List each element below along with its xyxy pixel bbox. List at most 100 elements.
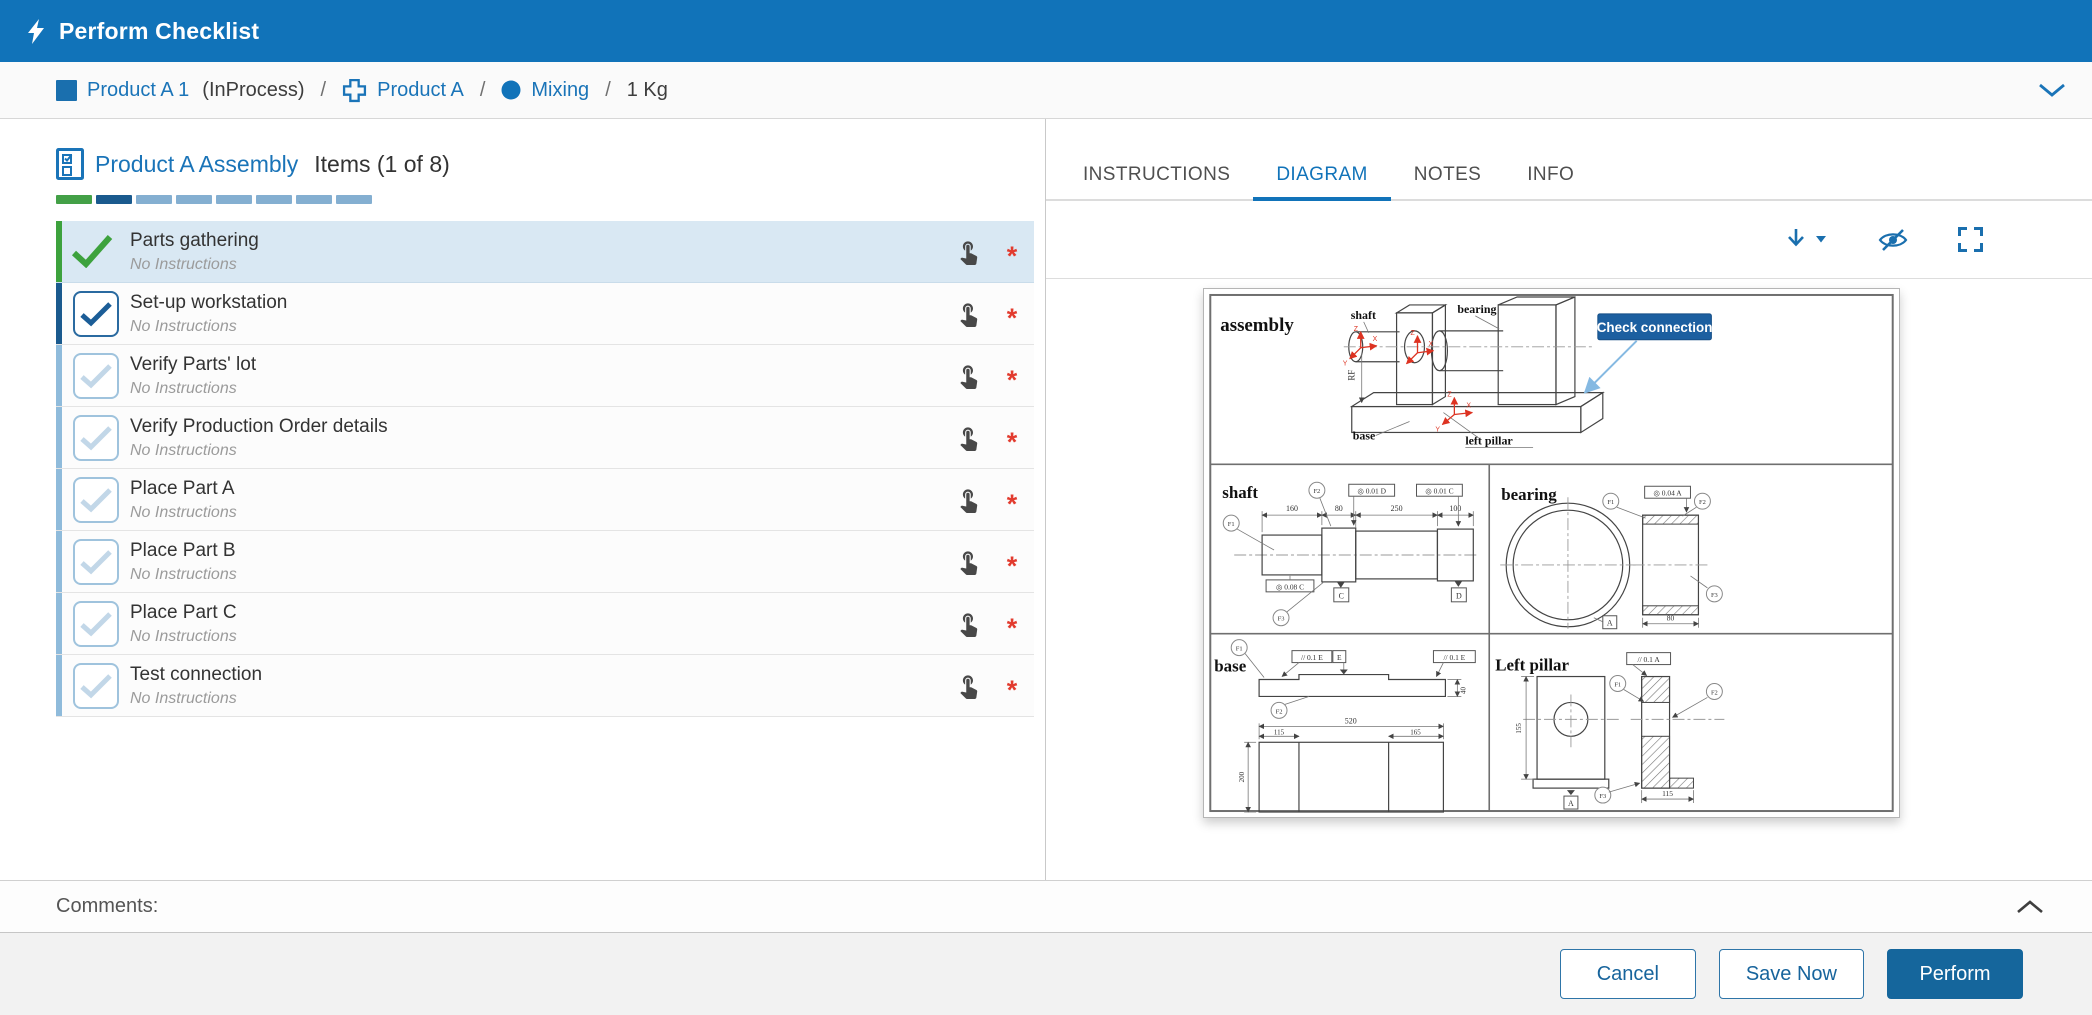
viewer-toolbar	[1046, 201, 2092, 279]
item-text: Parts gathering No Instructions	[130, 230, 955, 274]
checklist-item[interactable]: Test connection No Instructions *	[56, 655, 1034, 717]
tab-instructions[interactable]: INSTRUCTIONS	[1060, 164, 1253, 199]
svg-text:F2: F2	[1276, 708, 1283, 715]
chevron-down-icon[interactable]	[2038, 83, 2072, 97]
svg-text:155: 155	[1515, 723, 1523, 734]
item-checkbox[interactable]	[73, 415, 119, 461]
order-square-icon	[56, 80, 77, 101]
item-subtitle: No Instructions	[130, 690, 955, 708]
viewer-panel: INSTRUCTIONS DIAGRAM NOTES INFO	[1046, 119, 2092, 880]
item-checkbox[interactable]	[73, 601, 119, 647]
item-checkbox[interactable]	[73, 477, 119, 523]
checklist-item[interactable]: Parts gathering No Instructions *	[56, 221, 1034, 283]
item-title: Set-up workstation	[130, 292, 955, 314]
item-subtitle: No Instructions	[130, 318, 955, 336]
tab-notes[interactable]: NOTES	[1391, 164, 1504, 199]
svg-text:F1: F1	[1228, 521, 1235, 528]
download-icon[interactable]	[1787, 227, 1829, 253]
svg-text:F3: F3	[1278, 616, 1285, 623]
perform-button[interactable]: Perform	[1887, 949, 2023, 999]
item-title: Place Part B	[130, 540, 955, 562]
breadcrumb: Product A 1 (InProcess) / Product A / Mi…	[0, 62, 2092, 119]
touch-perform-icon[interactable]	[955, 548, 982, 575]
quantity-crumb: 1 Kg	[627, 79, 668, 102]
item-text: Place Part B No Instructions	[130, 540, 955, 584]
required-asterisk: *	[1004, 365, 1020, 396]
touch-perform-icon[interactable]	[955, 300, 982, 327]
svg-text:X: X	[1373, 336, 1378, 343]
checklist-icon	[56, 148, 84, 180]
required-asterisk: *	[1004, 241, 1020, 272]
item-subtitle: No Instructions	[130, 380, 955, 398]
breadcrumb-order-link[interactable]: Product A 1	[56, 79, 189, 102]
breadcrumb-operation-link[interactable]: Mixing	[501, 79, 589, 102]
breadcrumb-separator: /	[477, 79, 489, 102]
checklist-item[interactable]: Verify Parts' lot No Instructions *	[56, 345, 1034, 407]
chevron-up-icon[interactable]	[2016, 900, 2044, 914]
item-checkbox[interactable]	[73, 353, 119, 399]
touch-perform-icon[interactable]	[955, 486, 982, 513]
svg-text:◎ 0.01 D: ◎ 0.01 D	[1357, 487, 1386, 496]
required-asterisk: *	[1004, 613, 1020, 644]
checklist-item[interactable]: Place Part C No Instructions *	[56, 593, 1034, 655]
svg-text:80: 80	[1667, 614, 1675, 623]
svg-text:Z: Z	[1411, 330, 1416, 337]
progress-segment	[56, 195, 92, 204]
fullscreen-icon[interactable]	[1957, 226, 1984, 253]
checklist-title-link[interactable]: Product A Assembly	[95, 151, 298, 178]
svg-text:520: 520	[1345, 716, 1357, 725]
order-status: (InProcess)	[202, 79, 304, 102]
svg-text:D: D	[1456, 591, 1462, 600]
svg-text:E: E	[1337, 653, 1342, 662]
svg-text:A: A	[1568, 799, 1574, 808]
item-checkbox[interactable]	[73, 663, 119, 709]
checklist-panel: Product A Assembly Items (1 of 8)	[0, 119, 1046, 880]
svg-text:Z: Z	[1354, 326, 1359, 333]
svg-text:F1: F1	[1607, 499, 1614, 506]
checklist-item[interactable]: Place Part B No Instructions *	[56, 531, 1034, 593]
item-checkbox[interactable]	[73, 539, 119, 585]
touch-perform-icon[interactable]	[955, 610, 982, 637]
breadcrumb-separator: /	[602, 79, 614, 102]
touch-perform-icon[interactable]	[955, 238, 982, 265]
tab-diagram[interactable]: DIAGRAM	[1253, 164, 1390, 199]
progress-segment	[176, 195, 212, 204]
progress-segment	[256, 195, 292, 204]
item-checkbox[interactable]	[73, 291, 119, 337]
tab-info[interactable]: INFO	[1504, 164, 1597, 199]
svg-text:Left pillar: Left pillar	[1495, 656, 1569, 675]
svg-text:◎ 0.01 C: ◎ 0.01 C	[1425, 487, 1453, 496]
operation-circle-icon	[501, 80, 521, 100]
item-subtitle: No Instructions	[130, 256, 955, 274]
save-now-button[interactable]: Save Now	[1719, 949, 1864, 999]
svg-text:◎ 0.08 C: ◎ 0.08 C	[1276, 582, 1304, 591]
svg-text:80: 80	[1335, 504, 1343, 513]
svg-text:Z: Z	[1447, 392, 1452, 399]
progress-segment	[336, 195, 372, 204]
eye-off-icon[interactable]	[1878, 227, 1908, 253]
checklist-item[interactable]: Verify Production Order details No Instr…	[56, 407, 1034, 469]
svg-text:C: C	[1339, 591, 1344, 600]
svg-text:A: A	[1607, 619, 1613, 628]
touch-perform-icon[interactable]	[955, 362, 982, 389]
cancel-button[interactable]: Cancel	[1560, 949, 1696, 999]
viewer-tabs: INSTRUCTIONS DIAGRAM NOTES INFO	[1046, 164, 2092, 201]
breadcrumb-material-link[interactable]: Product A	[342, 78, 464, 103]
svg-text:◎ 0.04 A: ◎ 0.04 A	[1653, 489, 1682, 498]
required-asterisk: *	[1004, 551, 1020, 582]
checklist-item[interactable]: Place Part A No Instructions *	[56, 469, 1034, 531]
svg-text:// 0.1 E: // 0.1 E	[1443, 653, 1465, 662]
svg-text:shaft: shaft	[1351, 308, 1376, 322]
item-text: Set-up workstation No Instructions	[130, 292, 955, 336]
touch-perform-icon[interactable]	[955, 424, 982, 451]
svg-text:// 0.1 A: // 0.1 A	[1638, 655, 1661, 664]
svg-text:165: 165	[1410, 728, 1421, 736]
progress-bar	[56, 195, 1033, 204]
item-title: Test connection	[130, 664, 955, 686]
svg-text:bearing: bearing	[1457, 302, 1496, 316]
svg-text:115: 115	[1662, 789, 1673, 798]
checklist-item[interactable]: Set-up workstation No Instructions *	[56, 283, 1034, 345]
required-asterisk: *	[1004, 427, 1020, 458]
touch-perform-icon[interactable]	[955, 672, 982, 699]
svg-text:RF: RF	[1347, 370, 1357, 381]
